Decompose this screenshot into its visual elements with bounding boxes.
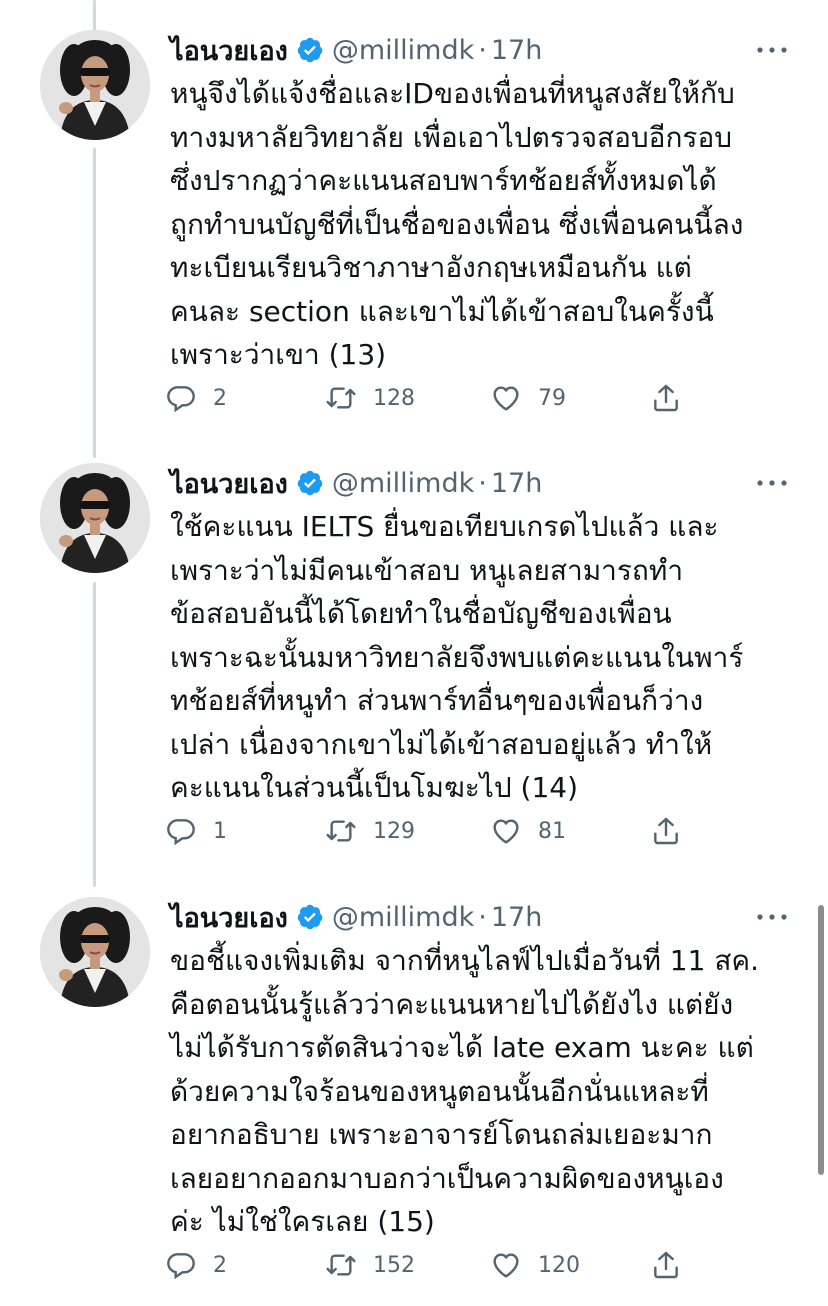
tweet-header: ไอนวยเอง @millimdk · 17h xyxy=(170,463,542,503)
verified-badge-icon xyxy=(296,903,324,931)
verified-badge-icon xyxy=(296,469,324,497)
retweet-count: 129 xyxy=(373,818,415,844)
tweet-text-line: คะแนนในส่วนนี้เป็นโมฆะไป (14) xyxy=(170,771,579,804)
retweet-button[interactable]: 152 xyxy=(325,1247,415,1283)
reply-count: 2 xyxy=(213,385,227,411)
user-handle[interactable]: @millimdk xyxy=(332,468,474,499)
tweet-text: หนูจึงได้แจ้งชื่อและIDของเพื่อนที่หนูสงส… xyxy=(170,72,800,377)
like-count: 79 xyxy=(538,385,566,411)
reply-button[interactable]: 1 xyxy=(165,813,227,849)
tweet-text-line: คือตอนนั้นรู้แล้วว่าคะแนนหายไปได้ยังไง แ… xyxy=(170,987,734,1021)
tweet-text-line: ซึ่งปรากฏว่าคะแนนสอบพาร์ทช้อยส์ทั้งหมดได… xyxy=(170,164,717,197)
retweet-icon xyxy=(325,815,357,847)
heart-icon xyxy=(490,382,522,414)
heart-icon xyxy=(490,1249,522,1281)
verified-badge-icon xyxy=(296,36,324,64)
heart-icon xyxy=(490,815,522,847)
separator: · xyxy=(478,34,487,66)
tweet-text-line: ข้อสอบอันนี้ได้โดยทำในชื่อบัญชีของเพื่อน xyxy=(170,597,672,630)
scrollbar[interactable] xyxy=(818,905,824,1175)
share-icon xyxy=(650,382,682,414)
display-name[interactable]: ไอนวยเอง xyxy=(170,29,288,72)
retweet-icon xyxy=(325,382,357,414)
reply-count: 1 xyxy=(213,818,227,844)
tweet-text-line: ทช้อยส์ที่หนูทำ ส่วนพาร์ทอื่นๆของเพื่อนก… xyxy=(170,684,704,717)
avatar[interactable] xyxy=(40,463,150,573)
display-name[interactable]: ไอนวยเอง xyxy=(170,462,288,505)
retweet-icon xyxy=(325,1249,357,1281)
retweet-count: 128 xyxy=(373,385,415,411)
thread-line-top xyxy=(93,0,96,32)
tweet-text-line: ขอชี้แจงเพิ่มเติม จากที่หนูไลฟ์ไปเมื่อวั… xyxy=(170,944,760,977)
more-options-icon[interactable] xyxy=(756,40,788,60)
like-button[interactable]: 79 xyxy=(490,380,566,416)
separator: · xyxy=(478,901,487,933)
tweet-text-line: ทางมหาลัยวิทยาลัย เพื่อเอาไปตรวจสอบอีกรอ… xyxy=(170,120,733,154)
avatar[interactable] xyxy=(40,897,150,1007)
tweet-text-line: ด้วยความใจร้อนของหนูตอนนั้นอีกนั่นแหละที… xyxy=(170,1074,709,1108)
reply-button[interactable]: 2 xyxy=(165,1247,227,1283)
tweet-text-line: เพราะว่าไม่มีคนเข้าสอบ หนูเลยสามารถทำ xyxy=(170,553,684,587)
tweet-text-line: หนูจึงได้แจ้งชื่อและIDของเพื่อนที่หนูสงส… xyxy=(170,77,735,110)
share-icon xyxy=(650,815,682,847)
user-handle[interactable]: @millimdk xyxy=(332,902,474,933)
tweet-text-line: ไม่ได้รับการตัดสินว่าจะได้ late exam นะค… xyxy=(170,1031,754,1064)
tweet-text-line: ทะเบียนเรียนวิชาภาษาอังกฤษเหมือนกัน แต่ xyxy=(170,251,692,284)
retweet-count: 152 xyxy=(373,1252,415,1278)
retweet-button[interactable]: 129 xyxy=(325,813,415,849)
timestamp[interactable]: 17h xyxy=(491,468,542,499)
reply-button[interactable]: 2 xyxy=(165,380,227,416)
user-handle[interactable]: @millimdk xyxy=(332,35,474,66)
share-button[interactable] xyxy=(650,1247,698,1283)
share-button[interactable] xyxy=(650,813,698,849)
display-name[interactable]: ไอนวยเอง xyxy=(170,896,288,939)
separator: · xyxy=(478,467,487,499)
tweet-text: ใช้คะแนน IELTS ยื่นขอเทียบเกรดไปแล้ว และ… xyxy=(170,505,800,810)
more-options-icon[interactable] xyxy=(756,907,788,927)
tweet-text-line: คนละ section และเขาไม่ได้เข้าสอบในครั้งน… xyxy=(170,294,714,328)
tweet-actions: 2 128 79 xyxy=(165,380,705,416)
tweet-header: ไอนวยเอง @millimdk · 17h xyxy=(170,30,542,70)
tweet-text-line: ค่ะ ไม่ใช่ใครเลย (15) xyxy=(170,1205,435,1238)
tweet-text: ขอชี้แจงเพิ่มเติม จากที่หนูไลฟ์ไปเมื่อวั… xyxy=(170,939,800,1244)
tweet-text-line: เลยอยากออกมาบอกว่าเป็นความผิดของหนูเอง xyxy=(170,1161,724,1195)
like-button[interactable]: 81 xyxy=(490,813,566,849)
reply-count: 2 xyxy=(213,1252,227,1278)
thread-line-2 xyxy=(93,582,96,887)
tweet-text-line: เพราะว่าเขา (13) xyxy=(170,338,387,371)
tweet-text-line: ใช้คะแนน IELTS ยื่นขอเทียบเกรดไปแล้ว และ xyxy=(170,510,719,543)
tweet-text-line: ถูกทำบนบัญชีที่เป็นชื่อของเพื่อน ซึ่งเพื… xyxy=(170,207,744,241)
tweet-header: ไอนวยเอง @millimdk · 17h xyxy=(170,897,542,937)
reply-icon xyxy=(165,1249,197,1281)
avatar[interactable] xyxy=(40,30,150,140)
share-button[interactable] xyxy=(650,380,698,416)
more-options-icon[interactable] xyxy=(756,473,788,493)
like-count: 81 xyxy=(538,818,566,844)
like-button[interactable]: 120 xyxy=(490,1247,580,1283)
thread-line-1 xyxy=(93,148,96,458)
tweet-actions: 1 129 81 xyxy=(165,813,705,849)
share-icon xyxy=(650,1249,682,1281)
tweet-text-line: อยากอธิบาย เพราะอาจารย์โดนถล่มเยอะมาก xyxy=(170,1118,713,1151)
tweet-actions: 2 152 120 xyxy=(165,1247,705,1283)
tweet-text-line: เพราะฉะนั้นมหาวิทยาลัยจึงพบแต่คะแนนในพาร… xyxy=(170,640,744,674)
like-count: 120 xyxy=(538,1252,580,1278)
timestamp[interactable]: 17h xyxy=(491,902,542,933)
tweet-text-line: เปล่า เนื่องจากเขาไม่ได้เข้าสอบอยู่แล้ว … xyxy=(170,727,713,761)
reply-icon xyxy=(165,815,197,847)
reply-icon xyxy=(165,382,197,414)
timestamp[interactable]: 17h xyxy=(491,35,542,66)
retweet-button[interactable]: 128 xyxy=(325,380,415,416)
